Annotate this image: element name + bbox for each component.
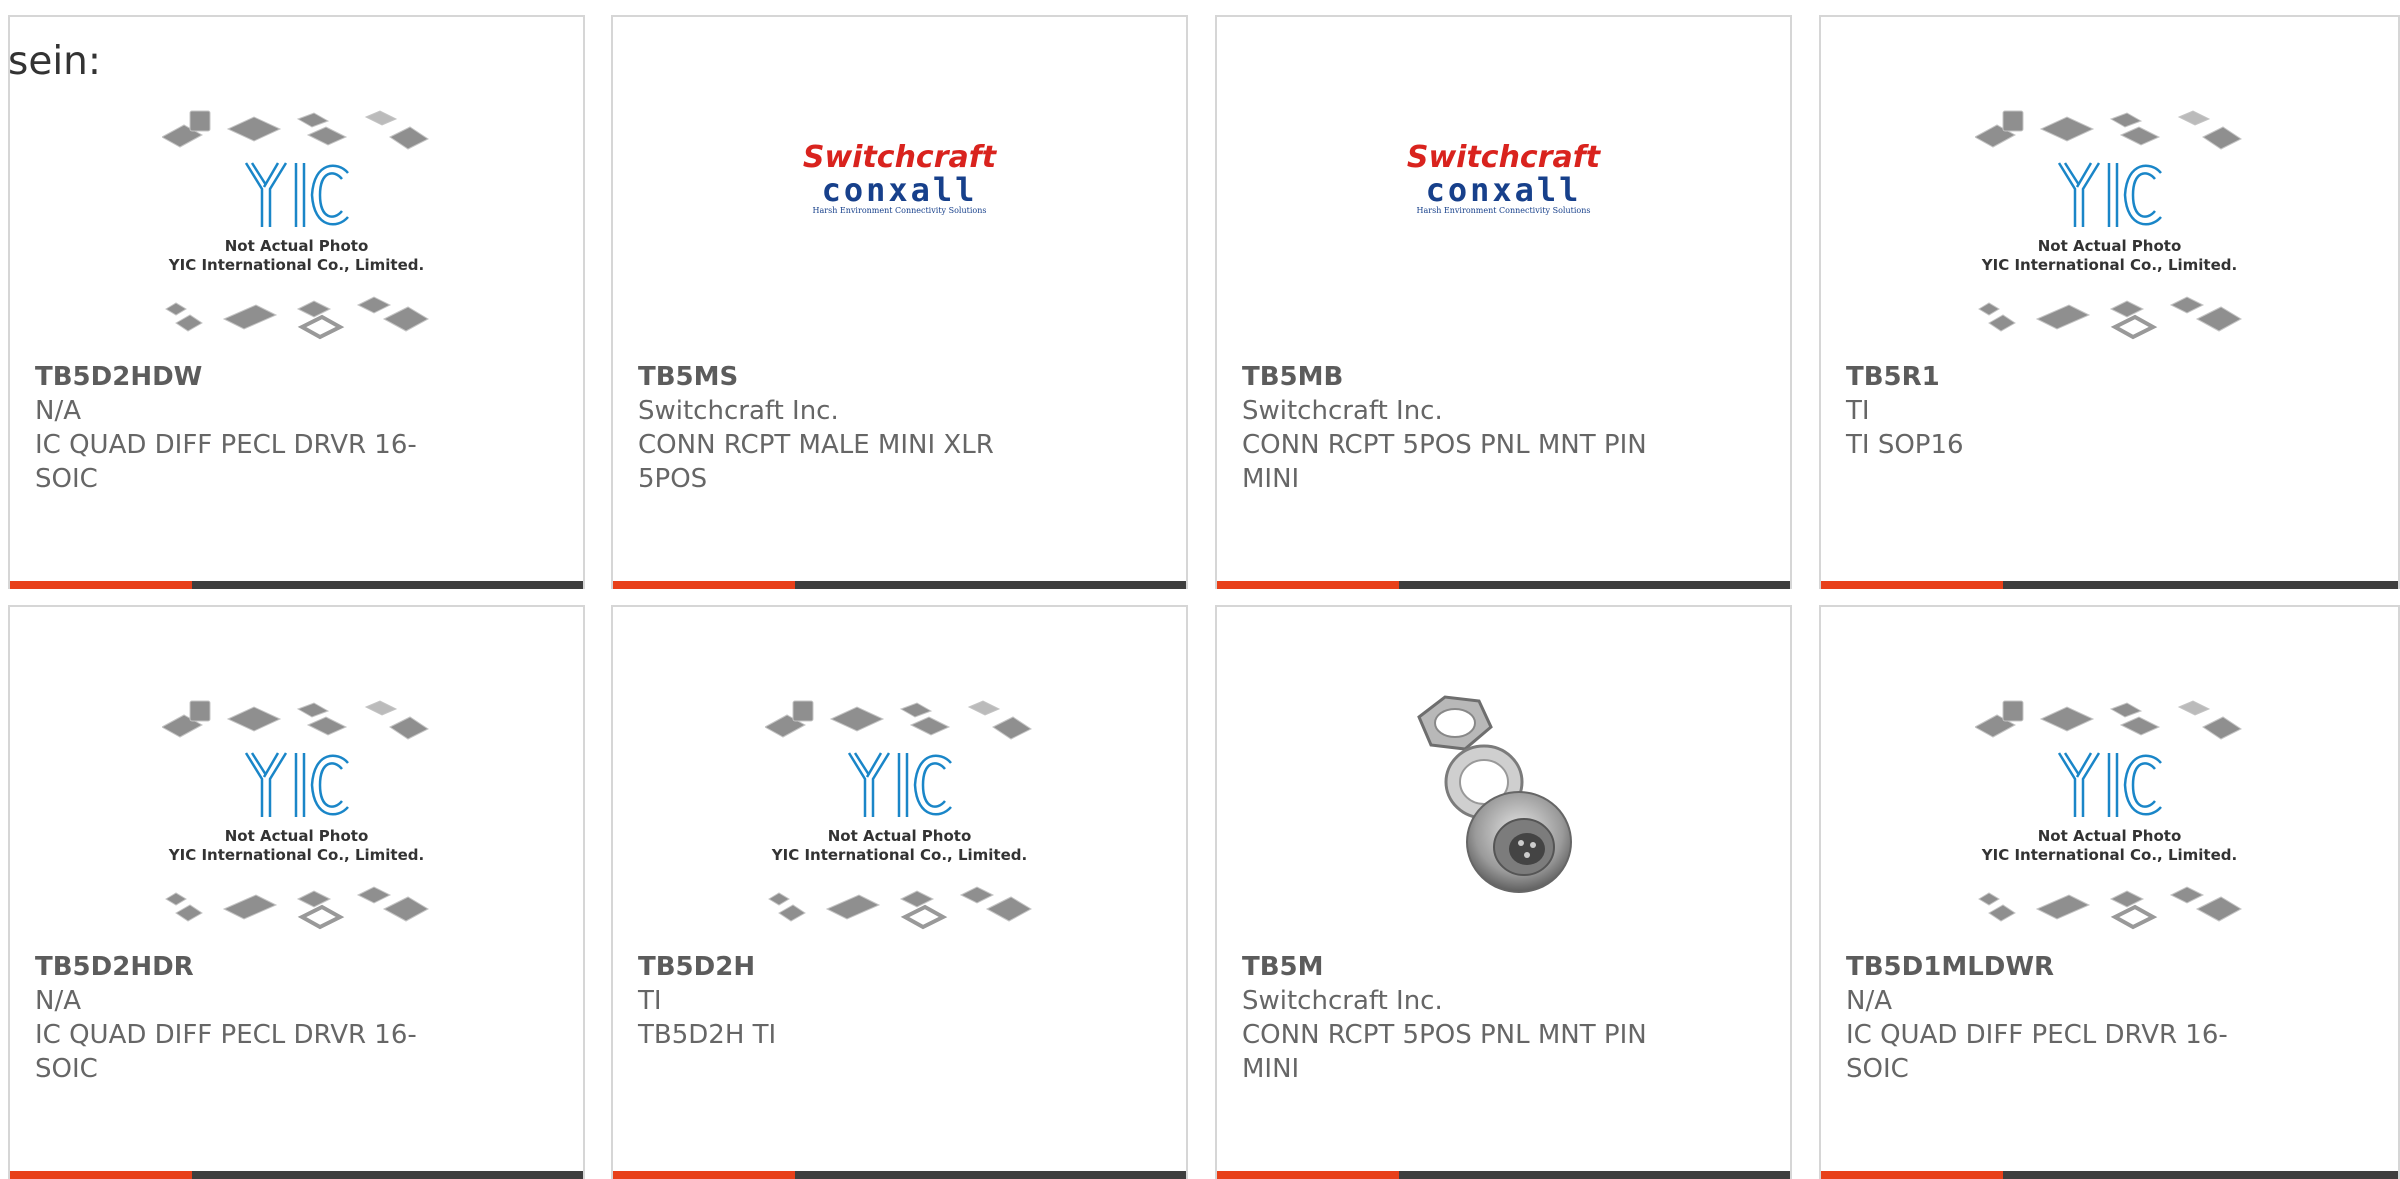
- product-image[interactable]: Not Actual Photo YIC International Co., …: [10, 87, 583, 367]
- logo-line1: Switchcraft: [1406, 140, 1601, 175]
- placeholder-line1: Not Actual Photo: [224, 827, 369, 845]
- manufacturer: N/A: [35, 986, 81, 1016]
- product-info: TB5D2HDR N/A IC QUAD DIFF PECL DRVR 16-S…: [35, 950, 455, 1086]
- placeholder-line1: Not Actual Photo: [2037, 237, 2182, 255]
- description: IC QUAD DIFF PECL DRVR 16-SOIC: [1846, 1020, 2228, 1084]
- manufacturer: TI: [638, 986, 662, 1016]
- placeholder-line2: YIC International Co., Limited.: [168, 846, 425, 864]
- logo-line1: Switchcraft: [802, 140, 997, 175]
- card-bar-accent: [10, 581, 192, 589]
- product-card[interactable]: Not Actual Photo YIC International Co., …: [611, 605, 1188, 1179]
- placeholder-line2: YIC International Co., Limited.: [771, 846, 1028, 864]
- part-number-link[interactable]: TB5D2HDR: [35, 950, 455, 984]
- card-bar-accent: [1821, 1171, 2003, 1179]
- product-card[interactable]: Switchcraft conxall Harsh Environment Co…: [1215, 15, 1792, 589]
- description: TI SOP16: [1846, 430, 1964, 460]
- logo-line2: conxall: [821, 171, 978, 209]
- connector-photo: [1416, 695, 1572, 893]
- part-number-link[interactable]: TB5D2H: [638, 950, 1058, 984]
- yic-placeholder-image: Not Actual Photo YIC International Co., …: [1974, 107, 2245, 347]
- logo-line2: conxall: [1425, 171, 1582, 209]
- placeholder-line2: YIC International Co., Limited.: [1981, 256, 2238, 274]
- manufacturer: Switchcraft Inc.: [1242, 396, 1443, 426]
- product-card[interactable]: Not Actual Photo YIC International Co., …: [1819, 15, 2400, 589]
- product-info: TB5M Switchcraft Inc. CONN RCPT 5POS PNL…: [1242, 950, 1662, 1086]
- intro-text: sein:: [8, 39, 102, 84]
- product-card[interactable]: Not Actual Photo YIC International Co., …: [1819, 605, 2400, 1179]
- logo-line3: Harsh Environment Connectivity Solutions: [812, 206, 987, 215]
- product-card[interactable]: Not Actual Photo YIC International Co., …: [8, 605, 585, 1179]
- product-card[interactable]: Not Actual Photo YIC International Co., …: [8, 15, 585, 589]
- yic-placeholder-image: Not Actual Photo YIC International Co., …: [764, 697, 1035, 937]
- description: CONN RCPT MALE MINI XLR 5POS: [638, 430, 994, 494]
- manufacturer: Switchcraft Inc.: [638, 396, 839, 426]
- card-bar-accent: [613, 581, 795, 589]
- switchcraft-logo: Switchcraft conxall Harsh Environment Co…: [1394, 142, 1614, 222]
- yic-placeholder-image: Not Actual Photo YIC International Co., …: [161, 107, 432, 347]
- part-number-link[interactable]: TB5D2HDW: [35, 360, 455, 394]
- switchcraft-logo: Switchcraft conxall Harsh Environment Co…: [790, 142, 1010, 222]
- placeholder-line1: Not Actual Photo: [2037, 827, 2182, 845]
- description: IC QUAD DIFF PECL DRVR 16-SOIC: [35, 430, 417, 494]
- manufacturer: Switchcraft Inc.: [1242, 986, 1443, 1016]
- product-image[interactable]: Switchcraft conxall Harsh Environment Co…: [1217, 87, 1790, 367]
- product-image[interactable]: Switchcraft conxall Harsh Environment Co…: [613, 87, 1186, 367]
- part-number-link[interactable]: TB5M: [1242, 950, 1662, 984]
- card-bar: [10, 1171, 583, 1179]
- placeholder-caption: Not Actual Photo YIC International Co., …: [1975, 827, 2245, 865]
- description: CONN RCPT 5POS PNL MNT PIN MINI: [1242, 430, 1647, 494]
- description: IC QUAD DIFF PECL DRVR 16-SOIC: [35, 1020, 417, 1084]
- product-image[interactable]: Not Actual Photo YIC International Co., …: [613, 677, 1186, 957]
- card-bar-accent: [10, 1171, 192, 1179]
- placeholder-caption: Not Actual Photo YIC International Co., …: [162, 237, 432, 275]
- manufacturer: N/A: [1846, 986, 1892, 1016]
- card-bar-accent: [613, 1171, 795, 1179]
- logo-line3: Harsh Environment Connectivity Solutions: [1416, 206, 1591, 215]
- card-bar: [1821, 1171, 2398, 1179]
- product-card[interactable]: Switchcraft conxall Harsh Environment Co…: [611, 15, 1188, 589]
- card-bar: [1821, 581, 2398, 589]
- card-bar: [1217, 581, 1790, 589]
- product-image[interactable]: Not Actual Photo YIC International Co., …: [1821, 677, 2398, 957]
- part-number-link[interactable]: TB5R1: [1846, 360, 2266, 394]
- description: CONN RCPT 5POS PNL MNT PIN MINI: [1242, 1020, 1647, 1084]
- product-image[interactable]: Not Actual Photo YIC International Co., …: [1821, 87, 2398, 367]
- card-bar: [613, 1171, 1186, 1179]
- product-image[interactable]: Not Actual Photo YIC International Co., …: [10, 677, 583, 957]
- yic-placeholder-image: Not Actual Photo YIC International Co., …: [161, 697, 432, 937]
- product-image[interactable]: [1217, 677, 1790, 957]
- card-bar-accent: [1217, 581, 1399, 589]
- card-bar-accent: [1217, 1171, 1399, 1179]
- card-bar-accent: [1821, 581, 2003, 589]
- product-card[interactable]: TB5M Switchcraft Inc. CONN RCPT 5POS PNL…: [1215, 605, 1792, 1179]
- placeholder-caption: Not Actual Photo YIC International Co., …: [1975, 237, 2245, 275]
- yic-placeholder-image: Not Actual Photo YIC International Co., …: [1974, 697, 2245, 937]
- part-number-link[interactable]: TB5D1MLDWR: [1846, 950, 2266, 984]
- product-info: TB5MS Switchcraft Inc. CONN RCPT MALE MI…: [638, 360, 1058, 496]
- placeholder-caption: Not Actual Photo YIC International Co., …: [162, 827, 432, 865]
- product-info: TB5D2HDW N/A IC QUAD DIFF PECL DRVR 16-S…: [35, 360, 455, 496]
- card-bar: [613, 581, 1186, 589]
- placeholder-line1: Not Actual Photo: [827, 827, 972, 845]
- card-bar: [10, 581, 583, 589]
- part-number-link[interactable]: TB5MS: [638, 360, 1058, 394]
- product-info: TB5D1MLDWR N/A IC QUAD DIFF PECL DRVR 16…: [1846, 950, 2266, 1086]
- description: TB5D2H TI: [638, 1020, 777, 1050]
- placeholder-caption: Not Actual Photo YIC International Co., …: [765, 827, 1035, 865]
- placeholder-line2: YIC International Co., Limited.: [168, 256, 425, 274]
- product-info: TB5D2H TI TB5D2H TI: [638, 950, 1058, 1052]
- product-info: TB5R1 TI TI SOP16: [1846, 360, 2266, 462]
- card-bar: [1217, 1171, 1790, 1179]
- part-number-link[interactable]: TB5MB: [1242, 360, 1662, 394]
- placeholder-line1: Not Actual Photo: [224, 237, 369, 255]
- placeholder-line2: YIC International Co., Limited.: [1981, 846, 2238, 864]
- manufacturer: TI: [1846, 396, 1870, 426]
- product-info: TB5MB Switchcraft Inc. CONN RCPT 5POS PN…: [1242, 360, 1662, 496]
- manufacturer: N/A: [35, 396, 81, 426]
